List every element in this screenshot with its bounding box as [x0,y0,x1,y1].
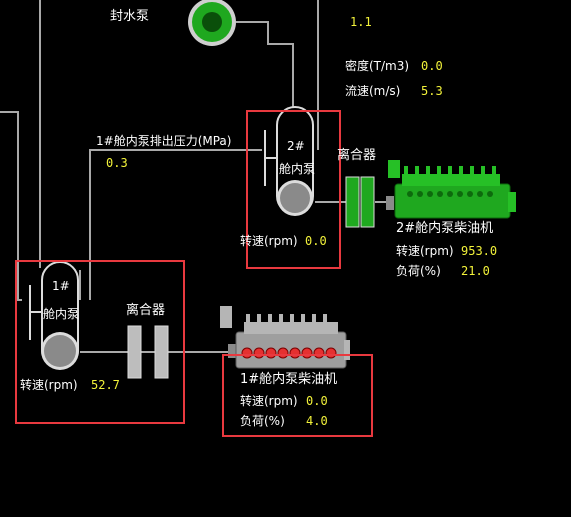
seal-pump-label: 封水泵 [110,9,150,24]
engine1-speed-label: 转速(rpm) [240,394,298,408]
engine1-load-label: 负荷(%) [240,414,285,428]
engine1-title: 1#舱内泵柴油机 [240,372,338,387]
pump2-name-label: 舱内泵 [279,162,316,176]
density-value: 0.0 [421,59,443,73]
seal-pump-icon [188,0,236,46]
density-label: 密度(T/m3) [345,59,410,73]
pipe-seal-pump [236,21,294,108]
pump1-highlight-box[interactable] [15,260,185,424]
clutch2-label: 离合器 [337,148,377,163]
clutch1-label: 离合器 [126,303,166,318]
pump1-name-label: 舱内泵 [43,307,80,321]
pump2-id-label: 2# [287,139,305,153]
pump1-id-label: 1# [52,279,70,293]
engine1-load-value: 4.0 [306,414,328,428]
pump1-speed-label: 转速(rpm) [20,378,78,392]
pressure-label: 1#舱内泵排出压力(MPa) [96,134,232,148]
engine2-icon [386,160,516,219]
engine2-load-label: 负荷(%) [396,264,441,278]
flow-label: 流速(m/s) [345,84,401,98]
pump2-speed-label: 转速(rpm) [240,234,298,248]
clutch2-icon [345,176,375,228]
pressure-value: 0.3 [106,156,128,170]
engine2-speed-value: 953.0 [461,244,498,258]
engine2-speed-label: 转速(rpm) [396,244,454,258]
engine1-speed-value: 0.0 [306,394,328,408]
flow-value: 5.3 [421,84,443,98]
pump1-speed-value: 52.7 [91,378,120,392]
top-value-1: 1.1 [350,15,372,29]
pump2-speed-value: 0.0 [305,234,327,248]
engine2-load-value: 21.0 [461,264,490,278]
engine2-title: 2#舱内泵柴油机 [396,221,494,236]
